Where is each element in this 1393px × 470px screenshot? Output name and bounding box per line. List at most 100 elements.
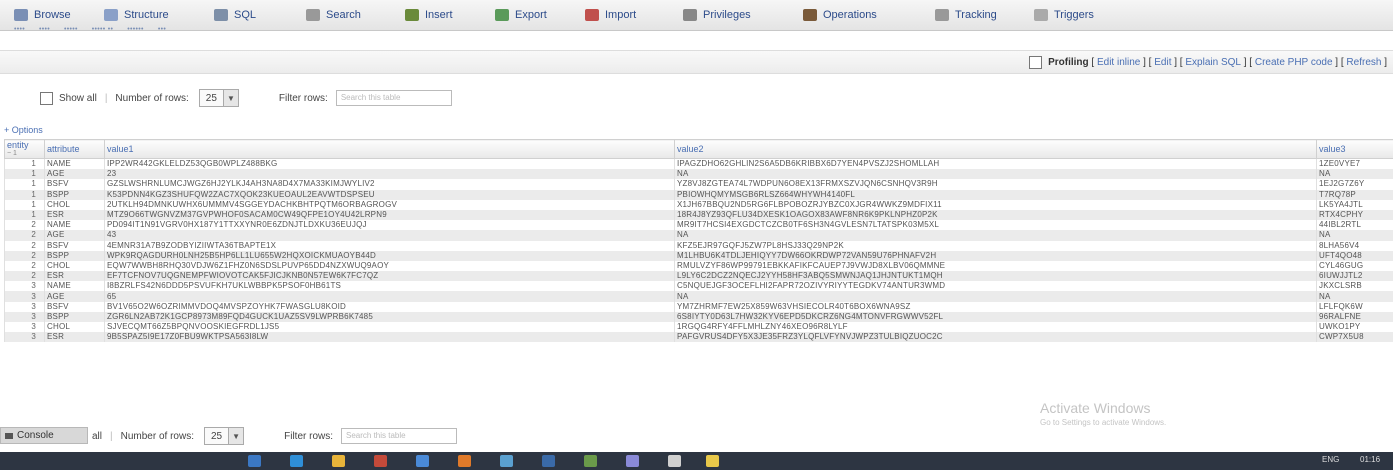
attribute-cell[interactable]: AGE xyxy=(44,230,105,241)
tab-browse[interactable]: Browse xyxy=(14,7,71,23)
value2-cell[interactable]: X1JH67BBQU2ND5RG6FLBPOBOZRJYBZC0XJGR4WWK… xyxy=(674,199,1317,210)
tab-triggers[interactable]: Triggers xyxy=(1034,7,1094,23)
table-row[interactable]: 3 AGE 65 NA NA xyxy=(4,291,1393,302)
entity-cell[interactable]: 1 xyxy=(4,199,45,210)
value2-cell[interactable]: NA xyxy=(674,169,1317,180)
value2-cell[interactable]: M1LHBU6K4TDLJEHIQYY7DW66OKRDWP72VAN59U76… xyxy=(674,250,1317,261)
entity-cell[interactable]: 3 xyxy=(4,332,45,343)
tab-privileges[interactable]: Privileges xyxy=(683,7,751,23)
taskbar-app-icon[interactable] xyxy=(584,455,597,467)
entity-cell[interactable]: 2 xyxy=(4,220,45,231)
table-row[interactable]: 2 ESR EF7TCFNOV7UQGNEMPFWIOVOTCAK5FJICJKNB… xyxy=(4,271,1393,282)
taskbar-app-icon[interactable] xyxy=(706,455,719,467)
value3-cell[interactable]: NA xyxy=(1316,230,1393,241)
table-row[interactable]: 2 CHOL EQW7WWBH8RHQ30VDJW6Z1FHZ0N6SDSLPUVP… xyxy=(4,260,1393,272)
language-indicator[interactable]: ENG xyxy=(1322,455,1339,464)
filter-rows-input[interactable]: Search this table xyxy=(335,90,452,106)
value2-cell[interactable]: IPAGZDHO62GHLIN2S6A5DB6KRIBBX6D7YEN4PVSZ… xyxy=(674,158,1317,170)
value2-cell[interactable]: RMULVZYF86WP99791EBKKAFIKFCAUEP7J9VWJD8X… xyxy=(674,260,1317,272)
entity-cell[interactable]: 1 xyxy=(4,209,45,221)
attribute-cell[interactable]: ESR xyxy=(44,271,105,282)
value3-cell[interactable]: T7RQ78P xyxy=(1316,189,1393,200)
value1-cell[interactable]: GZSLWSHRNLUMCJWGZ6HJ2YLKJ4AH3NA8D4X7MA33… xyxy=(104,179,675,190)
entity-cell[interactable]: 2 xyxy=(4,250,45,261)
value1-cell[interactable]: 65 xyxy=(104,291,675,302)
show-all-bottom-label[interactable]: all xyxy=(92,431,102,442)
value1-cell[interactable]: WPK9RQAGDURH0LNH25B5HP6LL1LU655W2HQXOICK… xyxy=(104,250,675,261)
value1-cell[interactable]: PD094IT1N91VGRV0HX187Y1TTXXYNR0E6ZDNJTLD… xyxy=(104,220,675,231)
value1-cell[interactable]: EF7TCFNOV7UQGNEMPFWIOVOTCAK5FJICJKNB0N57… xyxy=(104,271,675,282)
value3-cell[interactable]: NA xyxy=(1316,291,1393,302)
attribute-cell[interactable]: ESR xyxy=(44,209,105,221)
entity-cell[interactable]: 1 xyxy=(4,158,45,170)
value1-cell[interactable]: IPP2WR442GKLELDZ53QGB0WPLZ488BKG xyxy=(104,158,675,170)
value3-cell[interactable]: 96RALFNE xyxy=(1316,311,1393,322)
taskbar-app-icon[interactable] xyxy=(248,455,261,467)
attribute-cell[interactable]: BSPP xyxy=(44,311,105,322)
value3-cell[interactable]: 8LHA56V4 xyxy=(1316,240,1393,251)
entity-cell[interactable]: 3 xyxy=(4,322,45,333)
table-row[interactable]: 3 ESR 9B5SPAZ5I9E17Z0FBU9WKTPSA563I8LW PAFG… xyxy=(4,332,1393,343)
entity-cell[interactable]: 3 xyxy=(4,281,45,292)
value2-cell[interactable]: YZ8VJ8ZGTEA74L7WDPUN6O8EX13FRMXSZVJQN6CS… xyxy=(674,179,1317,190)
tab-insert[interactable]: Insert xyxy=(405,7,453,23)
value3-cell[interactable]: RTX4CPHY xyxy=(1316,209,1393,221)
value1-cell[interactable]: EQW7WWBH8RHQ30VDJW6Z1FHZ0N6SDSLPUVP65DD4… xyxy=(104,260,675,272)
clock[interactable]: 01:16 xyxy=(1360,455,1380,464)
taskbar-app-icon[interactable] xyxy=(416,455,429,467)
tab-export[interactable]: Export xyxy=(495,7,547,23)
taskbar-app-icon[interactable] xyxy=(542,455,555,467)
refresh-link[interactable]: Refresh xyxy=(1346,57,1381,68)
entity-cell[interactable]: 2 xyxy=(4,230,45,241)
entity-cell[interactable]: 1 xyxy=(4,179,45,190)
table-row[interactable]: 3 BSFV BV1V65O2W6OZRIMMVDOQ4MVSPZOYHK7FWAS… xyxy=(4,301,1393,312)
value3-cell[interactable]: CYL46GUG xyxy=(1316,260,1393,272)
value2-cell[interactable]: MR9IT7HCSI4EXGDCTCZCB0TF6SH3N4GVLESN7LTA… xyxy=(674,220,1317,231)
tab-structure[interactable]: Structure xyxy=(104,7,169,23)
value1-cell[interactable]: 4EMNR31A7B9ZODBYIZIIWTA36TBAPTE1X xyxy=(104,240,675,251)
value3-cell[interactable]: 1EJ2G7Z6Y xyxy=(1316,179,1393,190)
value1-cell[interactable]: I8BZRLFS42N6DDD5PSVUFKH7UKLWBBPK5PSOF0HB… xyxy=(104,281,675,292)
attribute-cell[interactable]: BSPP xyxy=(44,189,105,200)
value1-cell[interactable]: 23 xyxy=(104,169,675,180)
value2-cell[interactable]: 18R4J8YZ93QFLU34DXESK1OAGOX83AWF8NR6K9PK… xyxy=(674,209,1317,221)
table-row[interactable]: 2 AGE 43 NA NA xyxy=(4,230,1393,241)
show-all-checkbox[interactable] xyxy=(40,91,53,105)
value2-cell[interactable]: L9LY6C2DCZ2NQECJ2YYH58HF3ABQ5SMWNJAQ1JHJ… xyxy=(674,271,1317,282)
table-row[interactable]: 1 CHOL 2UTKLH94DMNKUWHX6UMMMV4SGGEYDACHKBH… xyxy=(4,199,1393,210)
value3-cell[interactable]: 44IBL2RTL xyxy=(1316,220,1393,231)
options-link[interactable]: + Options xyxy=(4,125,43,135)
table-row[interactable]: 1 AGE 23 NA NA xyxy=(4,169,1393,180)
attribute-cell[interactable]: BSPP xyxy=(44,250,105,261)
taskbar-app-icon[interactable] xyxy=(626,455,639,467)
table-row[interactable]: 1 NAME IPP2WR442GKLELDZ53QGB0WPLZ488BKG IPA… xyxy=(4,158,1393,170)
tab-tracking[interactable]: Tracking xyxy=(935,7,997,23)
column-header-attribute[interactable]: attribute xyxy=(44,139,105,159)
value3-cell[interactable]: LFLFQK6W xyxy=(1316,301,1393,312)
table-row[interactable]: 2 BSPP WPK9RQAGDURH0LNH25B5HP6LL1LU655W2HQ… xyxy=(4,250,1393,261)
value1-cell[interactable]: BV1V65O2W6OZRIMMVDOQ4MVSPZOYHK7FWASGLU8K… xyxy=(104,301,675,312)
taskbar-app-icon[interactable] xyxy=(458,455,471,467)
attribute-cell[interactable]: BSFV xyxy=(44,301,105,312)
edit-link[interactable]: Edit xyxy=(1154,57,1171,68)
entity-cell[interactable]: 2 xyxy=(4,240,45,251)
value2-cell[interactable]: C5NQUEJGF3OCEFLHI2FAPR72OZIVYRIYYTEGDKV7… xyxy=(674,281,1317,292)
entity-cell[interactable]: 2 xyxy=(4,271,45,282)
value1-cell[interactable]: MTZ9O66TWGNVZM37GVPWHOF0SACAM0CW49QFPE1O… xyxy=(104,209,675,221)
table-row[interactable]: 1 BSFV GZSLWSHRNLUMCJWGZ6HJ2YLKJ4AH3NA8D4X… xyxy=(4,179,1393,190)
value3-cell[interactable]: JKXCLSRB xyxy=(1316,281,1393,292)
value2-cell[interactable]: 6S8IYTY0D63L7HW32KYV6EPD5DKCRZ6NG4MTONVF… xyxy=(674,311,1317,322)
column-header-entity[interactable]: entity − 1 xyxy=(4,139,45,159)
value3-cell[interactable]: CWP7X5U8 xyxy=(1316,332,1393,343)
value2-cell[interactable]: PBIOWHQMYMSGB6RLSZ664WHYWH4140FL xyxy=(674,189,1317,200)
table-row[interactable]: 2 BSFV 4EMNR31A7B9ZODBYIZIIWTA36TBAPTE1X KF… xyxy=(4,240,1393,251)
attribute-cell[interactable]: CHOL xyxy=(44,322,105,333)
create-php-code-link[interactable]: Create PHP code xyxy=(1255,57,1333,68)
taskbar-app-icon[interactable] xyxy=(374,455,387,467)
taskbar-app-icon[interactable] xyxy=(500,455,513,467)
attribute-cell[interactable]: NAME xyxy=(44,281,105,292)
entity-cell[interactable]: 3 xyxy=(4,301,45,312)
value3-cell[interactable]: NA xyxy=(1316,169,1393,180)
tab-operations[interactable]: Operations xyxy=(803,7,877,23)
taskbar-app-icon[interactable] xyxy=(668,455,681,467)
